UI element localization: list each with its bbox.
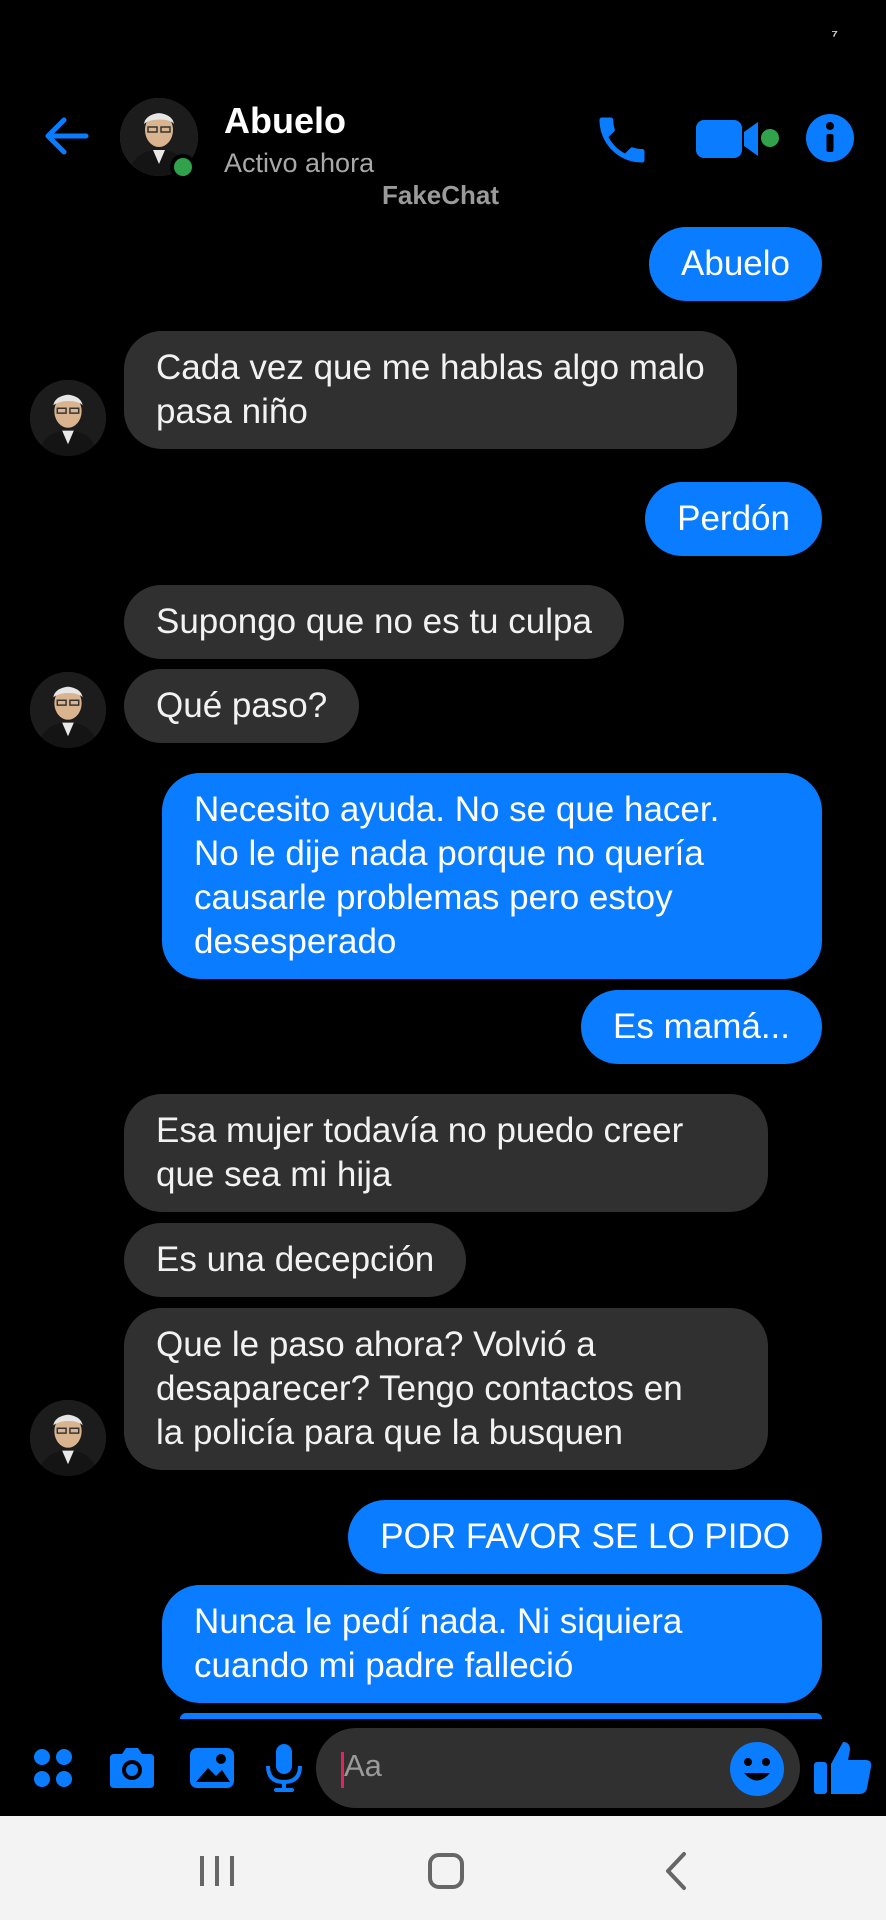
message-text: Qué paso?: [156, 686, 328, 725]
watermark: FakeChat: [382, 180, 500, 210]
message-text: Abuelo: [681, 244, 790, 283]
message-text: Cada vez que me hablas algo malo: [156, 348, 705, 387]
message-text: pasa niño: [156, 392, 308, 431]
chat-header: Abuelo Activo ahora FakeChat: [0, 0, 886, 220]
microphone-icon[interactable]: [256, 1740, 312, 1796]
back-arrow-icon[interactable]: [40, 110, 92, 162]
message-bubble-incoming[interactable]: Supongo que no es tu culpa: [124, 585, 624, 659]
message-text: causarle problemas pero estoy: [194, 878, 673, 917]
message-bubble-outgoing[interactable]: Es mamá...: [581, 990, 822, 1064]
message-text: Necesito ayuda. No se que hacer.: [194, 790, 720, 829]
gallery-icon[interactable]: [184, 1740, 240, 1796]
camera-icon[interactable]: [104, 1740, 160, 1796]
message-text: No le dije nada porque no quería: [194, 834, 704, 873]
recent-apps-icon[interactable]: [192, 1846, 242, 1896]
message-text: que sea mi hija: [156, 1155, 392, 1194]
avatar[interactable]: [30, 1400, 106, 1476]
video-camera-icon[interactable]: [694, 114, 784, 164]
message-bubble-incoming[interactable]: Qué paso?: [124, 669, 360, 743]
message-text: la policía para que la busquen: [156, 1413, 624, 1452]
emoji-icon[interactable]: [728, 1740, 786, 1798]
apps-grid-icon[interactable]: [26, 1740, 82, 1796]
avatar[interactable]: [30, 380, 106, 456]
home-icon[interactable]: [421, 1846, 471, 1896]
message-text: cuando mi padre falleció: [194, 1646, 574, 1685]
message-text: Nunca le pedí nada. Ni siquiera: [194, 1602, 683, 1641]
message-text: desesperado: [194, 922, 397, 961]
message-bubble-outgoing[interactable]: Perdón: [645, 482, 822, 556]
info-icon[interactable]: [804, 112, 856, 164]
message-text: desaparecer? Tengo contactos en: [156, 1369, 683, 1408]
message-bubble-outgoing[interactable]: Abuelo: [649, 227, 822, 301]
partial-message-bubble: [180, 1713, 822, 1719]
message-bubble-outgoing[interactable]: Necesito ayuda. No se que hacer. No le d…: [162, 773, 822, 979]
message-bubble-incoming[interactable]: Esa mujer todavía no puedo creer que sea…: [124, 1094, 768, 1212]
message-composer: Aa: [0, 1720, 886, 1816]
system-navigation-bar: [0, 1816, 886, 1920]
message-text: Es una decepción: [156, 1240, 435, 1279]
avatar[interactable]: [30, 672, 106, 748]
thumbs-up-icon[interactable]: [812, 1736, 874, 1798]
message-text: POR FAVOR SE LO PIDO: [380, 1517, 790, 1556]
online-status-dot: [170, 154, 196, 180]
contact-status: Activo ahora: [224, 148, 375, 178]
phone-icon[interactable]: [592, 110, 652, 170]
message-bubble-outgoing[interactable]: Nunca le pedí nada. Ni siquiera cuando m…: [162, 1585, 822, 1703]
message-bubble-outgoing[interactable]: POR FAVOR SE LO PIDO: [348, 1500, 822, 1574]
contact-name[interactable]: Abuelo: [224, 100, 346, 142]
back-icon[interactable]: [652, 1846, 702, 1896]
message-text: Que le paso ahora? Volvió a: [156, 1325, 596, 1364]
message-text: Es mamá...: [613, 1007, 790, 1046]
message-input-placeholder: Aa: [344, 1748, 382, 1783]
message-bubble-incoming[interactable]: Es una decepción: [124, 1223, 467, 1297]
message-text: Esa mujer todavía no puedo creer: [156, 1111, 684, 1150]
message-text: Perdón: [677, 499, 790, 538]
message-bubble-incoming[interactable]: Cada vez que me hablas algo malo pasa ni…: [124, 331, 737, 449]
message-bubble-incoming[interactable]: Que le paso ahora? Volvió a desaparecer?…: [124, 1308, 768, 1470]
message-text: Supongo que no es tu culpa: [156, 602, 592, 641]
